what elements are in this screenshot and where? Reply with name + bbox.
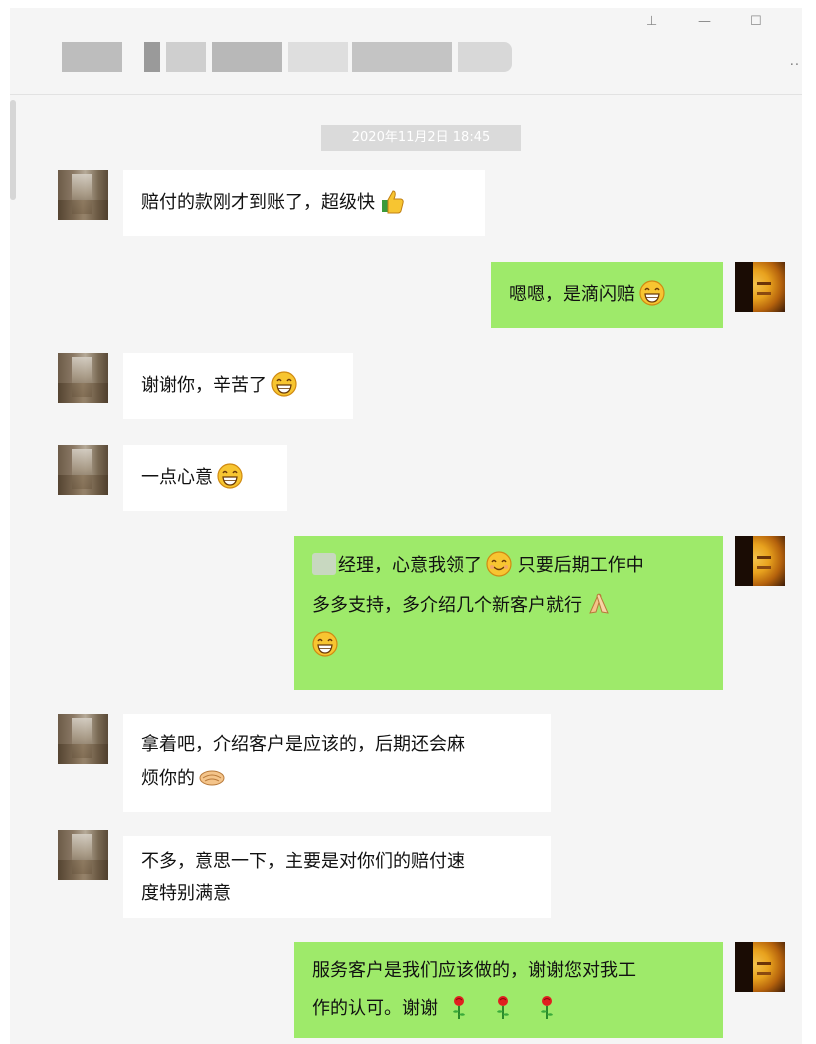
message-text: 赔付的款刚才到账了，超级快 bbox=[141, 192, 375, 213]
rose-icon bbox=[540, 995, 554, 1020]
more-icon[interactable]: ·· bbox=[790, 58, 800, 73]
message-text: 一点心意 bbox=[141, 467, 213, 488]
message-text: 不多，意思一下，主要是对你们的赔付速 bbox=[141, 851, 465, 872]
timestamp: 2020年11月2日 18:45 bbox=[321, 125, 521, 151]
message-bubble[interactable]: 赔付的款刚才到账了，超级快 bbox=[123, 170, 485, 236]
avatar[interactable] bbox=[58, 830, 108, 880]
message-bubble[interactable]: 拿着吧，介绍客户是应该的，后期还会麻 烦你的 bbox=[123, 714, 551, 812]
message-bubble[interactable]: 不多，意思一下，主要是对你们的赔付速 度特别满意 bbox=[123, 836, 551, 918]
title-bar: ⊥ — ☐ ·· bbox=[10, 8, 802, 95]
message-bubble[interactable]: 服务客户是我们应该做的，谢谢您对我工 作的认可。谢谢 bbox=[294, 942, 723, 1038]
scrollbar[interactable] bbox=[10, 100, 16, 200]
message-text: 拿着吧，介绍客户是应该的，后期还会麻 bbox=[141, 734, 465, 755]
avatar[interactable] bbox=[58, 445, 108, 495]
message-bubble[interactable]: 嗯嗯，是滴闪赔 bbox=[491, 262, 723, 328]
smile-icon bbox=[486, 551, 512, 577]
message-text: 度特别满意 bbox=[141, 883, 231, 904]
avatar[interactable] bbox=[58, 353, 108, 403]
message-text: 多多支持，多介绍几个新客户就行 bbox=[312, 595, 582, 616]
message-bubble[interactable]: 经理，心意我领了 只要后期工作中 多多支持，多介绍几个新客户就行 bbox=[294, 536, 723, 690]
message-bubble[interactable]: 一点心意 bbox=[123, 445, 287, 511]
grin-icon bbox=[217, 463, 243, 489]
avatar[interactable] bbox=[735, 942, 785, 992]
grin-icon bbox=[639, 280, 665, 306]
handshake-icon bbox=[199, 770, 225, 786]
pin-icon[interactable]: ⊥ bbox=[646, 14, 657, 30]
message-text: 只要后期工作中 bbox=[517, 555, 644, 576]
chat-window: ⊥ — ☐ ·· 2020年11月2日 18:45 赔付的款刚才到账了，超级快 … bbox=[10, 8, 802, 1044]
message-text: 经理，心意我领了 bbox=[338, 555, 482, 576]
message-text: 谢谢你，辛苦了 bbox=[141, 375, 267, 396]
avatar[interactable] bbox=[735, 262, 785, 312]
grin-icon bbox=[312, 631, 338, 657]
message-text: 嗯嗯，是滴闪赔 bbox=[509, 284, 635, 305]
message-bubble[interactable]: 谢谢你，辛苦了 bbox=[123, 353, 353, 419]
rose-icon bbox=[452, 995, 466, 1020]
minimize-icon[interactable]: — bbox=[698, 14, 711, 30]
message-text: 服务客户是我们应该做的，谢谢您对我工 bbox=[312, 960, 636, 981]
avatar[interactable] bbox=[58, 714, 108, 764]
maximize-icon[interactable]: ☐ bbox=[750, 14, 762, 30]
avatar[interactable] bbox=[735, 536, 785, 586]
rose-icon bbox=[496, 995, 510, 1020]
grin-icon bbox=[271, 371, 297, 397]
name-redacted bbox=[312, 553, 336, 575]
message-text: 作的认可。谢谢 bbox=[312, 998, 438, 1019]
avatar[interactable] bbox=[58, 170, 108, 220]
contact-name-redacted bbox=[62, 42, 512, 72]
folded-hands-icon bbox=[589, 593, 609, 614]
message-text: 烦你的 bbox=[141, 768, 195, 789]
thumbs-up-icon bbox=[381, 190, 404, 214]
